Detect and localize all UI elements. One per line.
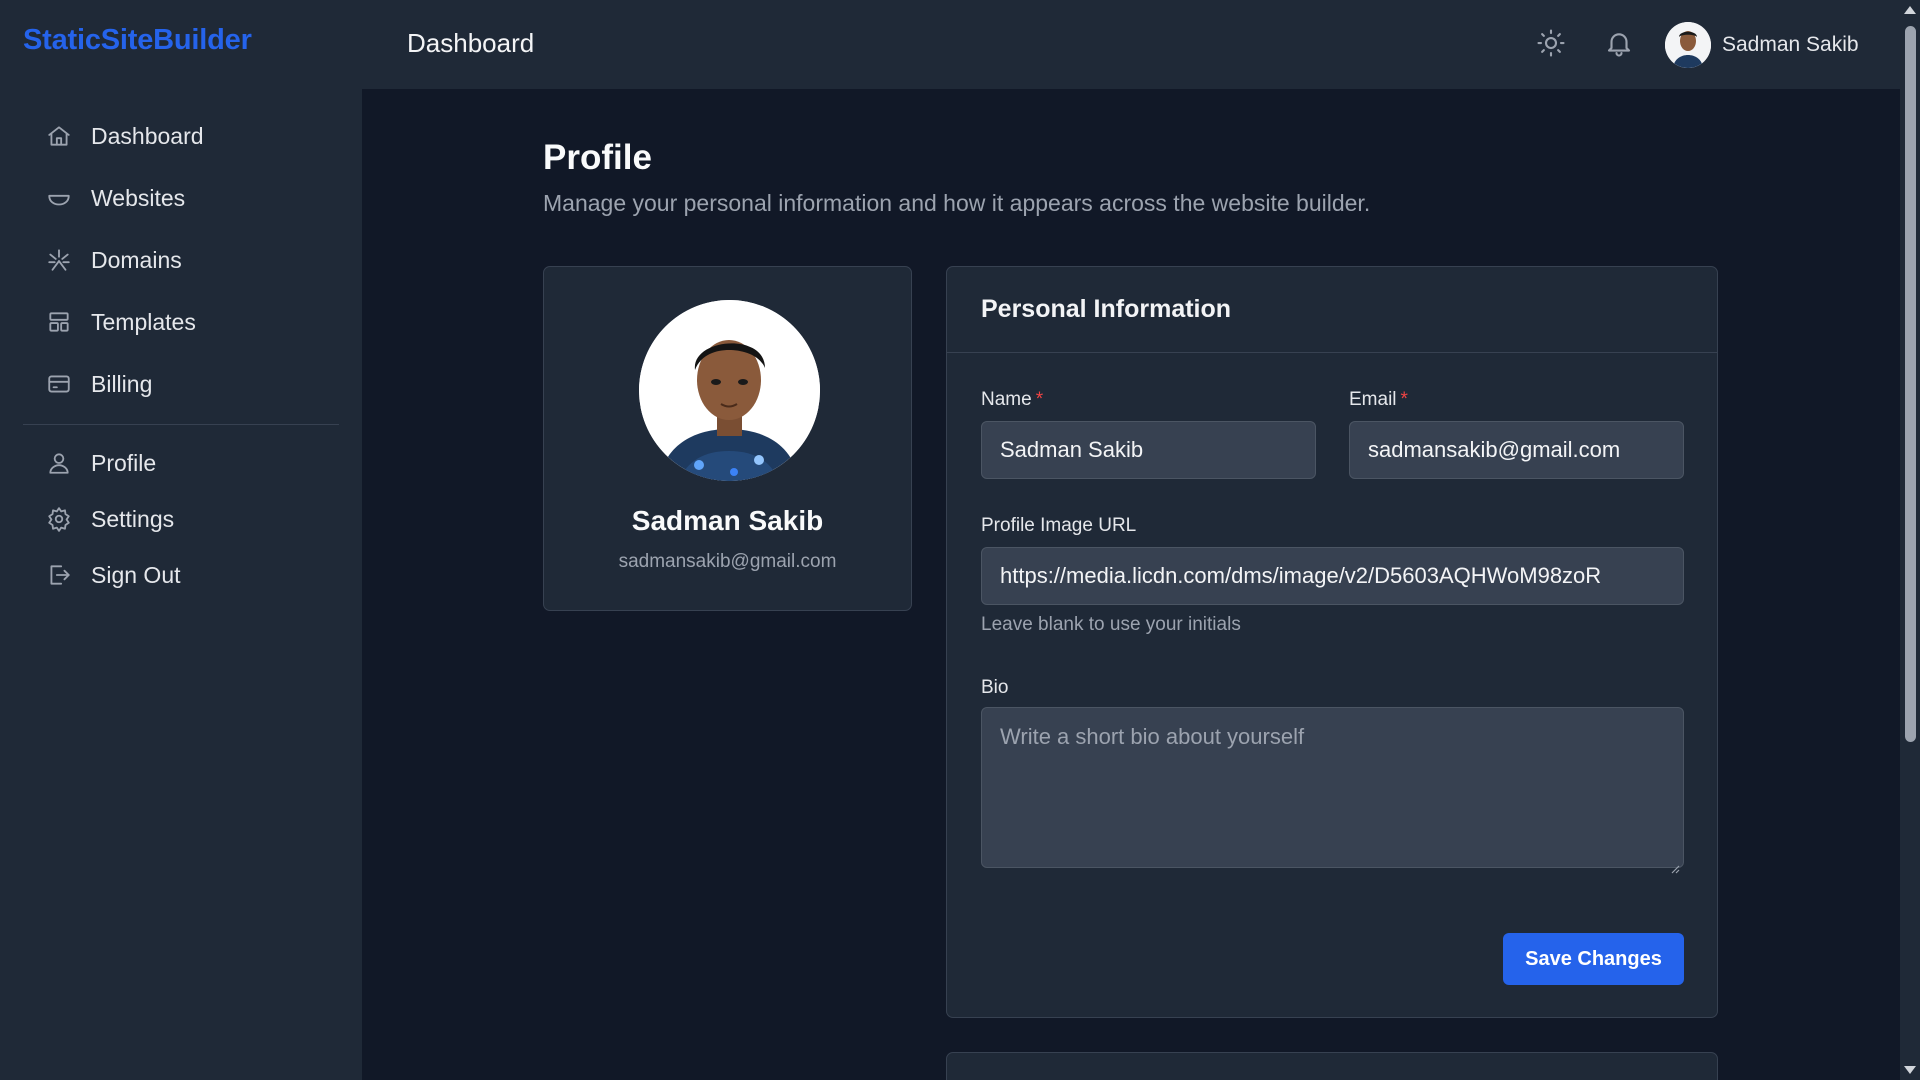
profile-image-url-hint: Leave blank to use your initials xyxy=(981,614,1241,635)
user-icon xyxy=(45,449,73,477)
sidebar-item-billing[interactable]: Billing xyxy=(23,353,339,415)
page-title: Profile xyxy=(543,138,652,177)
save-changes-button[interactable]: Save Changes xyxy=(1503,933,1684,985)
email-label: Email * xyxy=(1349,389,1408,411)
top-header: Dashboard Sadman Sakib xyxy=(362,0,1900,89)
name-label: Name * xyxy=(981,389,1043,411)
scrollbar[interactable] xyxy=(1900,0,1920,1080)
scroll-up-arrow-icon[interactable] xyxy=(1904,6,1916,14)
header-title: Dashboard xyxy=(407,28,535,58)
card-title: Personal Information xyxy=(981,295,1232,323)
header-user-name[interactable]: Sadman Sakib xyxy=(1722,33,1859,57)
sidebar-item-label: Billing xyxy=(91,370,153,397)
profile-image-url-label: Profile Image URL xyxy=(981,515,1137,536)
bio-textarea[interactable]: Write a short bio about yourself xyxy=(981,707,1684,874)
template-icon xyxy=(45,308,73,336)
brand-logo[interactable]: StaticSiteBuilder xyxy=(23,24,252,57)
name-label-text: Name xyxy=(981,389,1032,410)
sidebar-item-settings[interactable]: Settings xyxy=(23,491,339,547)
sidebar-item-label: Dashboard xyxy=(91,122,204,149)
sidebar-item-label: Sign Out xyxy=(91,561,181,588)
sign-out-icon xyxy=(45,561,73,589)
gear-icon xyxy=(45,505,73,533)
notifications-button[interactable] xyxy=(1602,26,1636,60)
sidebar-item-templates[interactable]: Templates xyxy=(23,291,339,353)
bowl-icon xyxy=(45,184,73,212)
sparkle-icon xyxy=(45,246,73,274)
sun-icon xyxy=(1537,29,1565,57)
resize-handle-icon[interactable] xyxy=(1670,854,1680,874)
avatar[interactable] xyxy=(1665,22,1711,68)
profile-name: Sadman Sakib xyxy=(631,505,824,536)
sidebar-item-label: Templates xyxy=(91,308,196,335)
secondary-card xyxy=(946,1052,1718,1080)
sidebar-item-dashboard[interactable]: Dashboard xyxy=(23,105,339,167)
sidebar-item-label: Settings xyxy=(91,505,175,532)
required-marker: * xyxy=(1400,389,1408,410)
sidebar-item-label: Domains xyxy=(91,246,182,273)
bell-icon xyxy=(1607,33,1631,57)
sidebar-item-label: Profile xyxy=(91,449,157,476)
sidebar-nav: Dashboard Websites Domains Templates Bil… xyxy=(23,105,339,603)
nav-divider xyxy=(23,424,339,425)
sidebar-item-domains[interactable]: Domains xyxy=(23,229,339,291)
sidebar: StaticSiteBuilder Dashboard Websites Dom… xyxy=(0,0,362,1080)
name-field[interactable]: Sadman Sakib xyxy=(981,421,1316,479)
sidebar-item-profile[interactable]: Profile xyxy=(23,435,339,491)
scroll-thumb[interactable] xyxy=(1905,26,1916,742)
card-header: Personal Information xyxy=(947,267,1717,353)
sidebar-item-sign-out[interactable]: Sign Out xyxy=(23,547,339,603)
scroll-down-arrow-icon[interactable] xyxy=(1904,1066,1916,1074)
credit-card-icon xyxy=(45,370,73,398)
profile-summary-card: Sadman Sakib sadmansakib@gmail.com xyxy=(543,266,912,611)
bio-label: Bio xyxy=(981,677,1009,698)
sidebar-item-websites[interactable]: Websites xyxy=(23,167,339,229)
bio-placeholder: Write a short bio about yourself xyxy=(1000,724,1305,749)
theme-toggle-button[interactable] xyxy=(1534,26,1568,60)
email-field[interactable]: sadmansakib@gmail.com xyxy=(1349,421,1684,479)
profile-image-url-field[interactable]: https://media.licdn.com/dms/image/v2/D56… xyxy=(981,547,1684,605)
profile-email: sadmansakib@gmail.com xyxy=(618,551,837,572)
profile-avatar xyxy=(639,300,820,481)
email-label-text: Email xyxy=(1349,389,1397,410)
home-icon xyxy=(45,122,73,150)
page-subtitle: Manage your personal information and how… xyxy=(543,190,1371,216)
sidebar-item-label: Websites xyxy=(91,184,186,211)
personal-information-card: Personal Information Name * Sadman Sakib … xyxy=(946,266,1718,1018)
required-marker: * xyxy=(1035,389,1044,410)
